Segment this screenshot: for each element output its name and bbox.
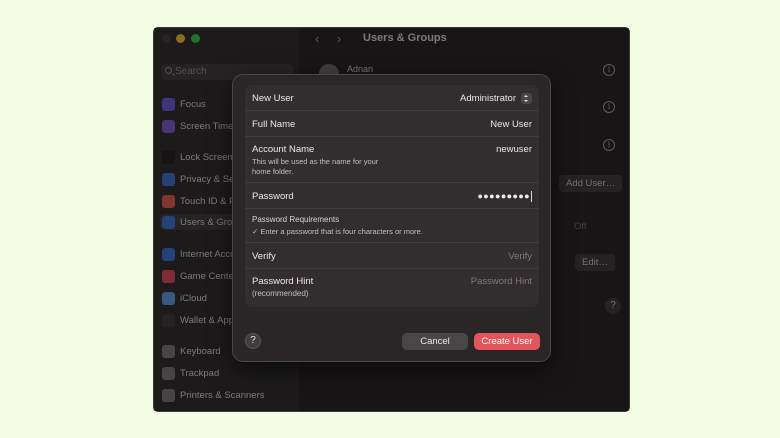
new-user-label: New User bbox=[252, 93, 294, 104]
requirements-text: ✓ Enter a password that is four characte… bbox=[252, 227, 423, 236]
password-hint-row: Password Hint (recommended) Password Hin… bbox=[245, 269, 539, 307]
account-name-hint: This will be used as the name for your ho… bbox=[252, 157, 379, 176]
requirements-label: Password Requirements bbox=[252, 215, 340, 224]
account-type-row: New User Administrator bbox=[245, 85, 539, 111]
create-user-button[interactable]: Create User bbox=[474, 333, 540, 350]
password-hint-sub: (recommended) bbox=[252, 289, 309, 298]
cancel-button[interactable]: Cancel bbox=[402, 333, 468, 350]
verify-field[interactable]: Verify bbox=[508, 251, 532, 262]
verify-row: Verify Verify bbox=[245, 243, 539, 269]
password-row: Password ●●●●●●●●● bbox=[245, 183, 539, 209]
full-name-row: Full Name New User bbox=[245, 111, 539, 137]
password-hint-label: Password Hint bbox=[252, 276, 314, 287]
password-requirements-row: Password Requirements ✓ Enter a password… bbox=[245, 209, 539, 243]
account-type-value: Administrator bbox=[460, 93, 516, 105]
full-name-label: Full Name bbox=[252, 119, 296, 130]
account-type-select[interactable]: Administrator bbox=[460, 93, 532, 104]
new-user-form: New User Administrator Full Name New Use… bbox=[245, 85, 539, 307]
chevron-up-down-icon bbox=[521, 93, 532, 104]
password-label: Password bbox=[252, 191, 294, 202]
full-name-field[interactable]: New User bbox=[490, 119, 532, 130]
verify-label: Verify bbox=[252, 251, 276, 262]
password-field[interactable]: ●●●●●●●●● bbox=[477, 191, 532, 203]
account-name-field[interactable]: newuser bbox=[496, 144, 532, 155]
new-user-dialog: New User Administrator Full Name New Use… bbox=[232, 74, 551, 362]
password-hint-field[interactable]: Password Hint bbox=[471, 276, 532, 287]
account-name-label: Account Name bbox=[252, 144, 315, 155]
text-caret bbox=[531, 191, 532, 203]
account-name-row: Account Name This will be used as the na… bbox=[245, 137, 539, 183]
help-button[interactable]: ? bbox=[245, 333, 261, 349]
